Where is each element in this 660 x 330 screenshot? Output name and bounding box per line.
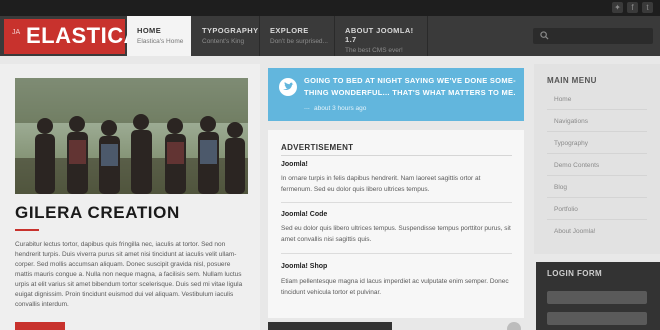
nav-item-typography[interactable]: TYPOGRAPHY Content's King (192, 16, 259, 56)
nav-sub: Elastica's Home (137, 38, 184, 45)
nav-label: ABOUT JOOMLA! 1.7 (345, 26, 414, 44)
main-menu-module (534, 64, 660, 254)
tweet-ellipsis: ... (304, 104, 310, 111)
heading-divider (281, 155, 512, 156)
nav-label: TYPOGRAPHY (202, 26, 259, 35)
ad-divider (281, 253, 512, 254)
next-module-header (268, 322, 392, 330)
tweet-timestamp[interactable]: about 3 hours ago (314, 105, 366, 112)
menu-divider (547, 109, 647, 110)
tweet-text: GOING TO BED AT NIGHT SAYING WE'VE DONE … (304, 76, 516, 97)
search-icon (540, 31, 549, 40)
nav-item-home[interactable]: HOME Elastica's Home (127, 16, 191, 56)
twitter-bird-icon (279, 78, 297, 96)
menu-item-navigations[interactable]: Navigations (554, 118, 588, 125)
nav-item-explore[interactable]: EXPLORE Don't be surprised... (260, 16, 334, 56)
nav-sub: The best CMS ever! (345, 47, 403, 54)
menu-divider (547, 197, 647, 198)
advertisement-heading: ADVERTISEMENT (281, 143, 354, 152)
nav-label: HOME (137, 26, 162, 35)
nav-label: EXPLORE (270, 26, 309, 35)
login-form-heading: LOGIN FORM (547, 269, 603, 278)
nav-divider (427, 16, 428, 56)
menu-item-about-joomla[interactable]: About Joomla! (554, 228, 596, 235)
ad-item-text: In ornare turpis in felis dapibus hendre… (281, 175, 481, 193)
ad-divider (281, 202, 512, 203)
nav-sub: Don't be surprised... (270, 38, 328, 45)
username-field[interactable] (547, 291, 647, 304)
logo-text: ELASTICA (26, 23, 140, 48)
nav-sub: Content's King (202, 38, 245, 45)
facebook-icon[interactable]: f (627, 2, 638, 13)
menu-divider (547, 175, 647, 176)
read-more-button[interactable] (15, 322, 65, 330)
article-body: Curabitur lectus tortor, dapibus quis fr… (15, 241, 243, 308)
menu-divider (547, 153, 647, 154)
search-input[interactable] (533, 28, 653, 44)
rss-icon[interactable]: ✦ (612, 2, 623, 13)
title-underline (15, 229, 39, 231)
menu-divider (547, 219, 647, 220)
top-bar (0, 0, 660, 16)
ad-item-title[interactable]: Joomla! Shop (281, 263, 327, 270)
main-menu-heading: MAIN MENU (547, 76, 597, 85)
menu-item-portfolio[interactable]: Portfolio (554, 206, 578, 213)
band-photo (15, 78, 248, 194)
menu-item-demo-contents[interactable]: Demo Contents (554, 162, 599, 169)
nav-item-about[interactable]: ABOUT JOOMLA! 1.7 The best CMS ever! (335, 16, 427, 56)
ad-item-title[interactable]: Joomla! Code (281, 211, 327, 218)
scroll-top-button[interactable] (507, 322, 521, 330)
menu-item-blog[interactable]: Blog (554, 184, 567, 191)
ad-item-text: Sed eu dolor quis libero ultrices tempus… (281, 225, 511, 243)
logo-prefix: JA (12, 29, 21, 36)
twitter-icon[interactable]: t (642, 2, 653, 13)
password-field[interactable] (547, 312, 647, 325)
ad-item-text: Etiam pellentesque magna id lacus imperd… (281, 278, 509, 296)
article-title[interactable]: GILERA CREATION (15, 203, 180, 223)
menu-divider (547, 131, 647, 132)
menu-item-typography[interactable]: Typography (554, 140, 588, 147)
menu-item-home[interactable]: Home (554, 96, 571, 103)
ad-item-title[interactable]: Joomla! (281, 161, 308, 168)
